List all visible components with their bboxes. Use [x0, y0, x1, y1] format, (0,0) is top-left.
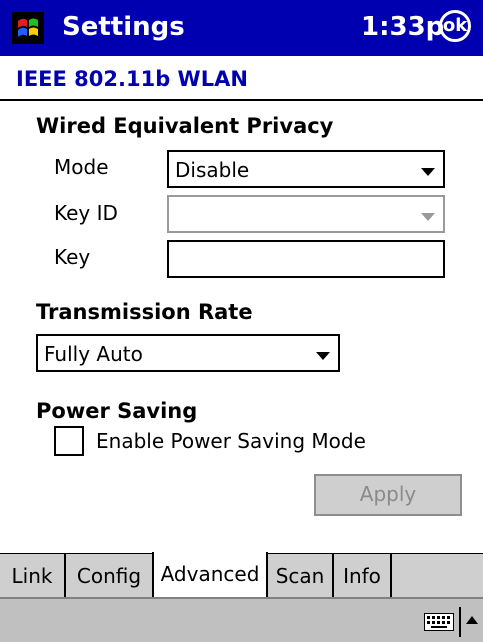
- heading-divider: [0, 99, 483, 101]
- chevron-down-icon: [421, 213, 435, 221]
- clock[interactable]: 1:33p: [361, 10, 444, 44]
- transmission-rate-value: Fully Auto: [44, 342, 143, 366]
- transmission-section-title: Transmission Rate: [36, 300, 253, 324]
- keyboard-icon[interactable]: [424, 613, 454, 631]
- chevron-down-icon: [421, 168, 435, 176]
- menu-divider: [459, 607, 461, 637]
- windows-flag-icon[interactable]: [12, 12, 44, 44]
- menu-bar: [0, 597, 483, 642]
- wep-section-title: Wired Equivalent Privacy: [36, 114, 334, 138]
- chevron-down-icon: [316, 352, 330, 360]
- key-label: Key: [54, 245, 91, 269]
- tab-info[interactable]: Info: [334, 554, 392, 597]
- power-saving-checkbox-label[interactable]: Enable Power Saving Mode: [96, 427, 366, 455]
- power-section-title: Power Saving: [36, 399, 198, 423]
- key-input[interactable]: [167, 240, 445, 278]
- page-heading: IEEE 802.11b WLAN: [16, 67, 248, 91]
- keyid-dropdown[interactable]: [167, 195, 445, 233]
- keyid-label: Key ID: [54, 201, 118, 225]
- transmission-rate-dropdown[interactable]: Fully Auto: [36, 334, 340, 372]
- apply-button[interactable]: Apply: [314, 474, 462, 516]
- mode-dropdown[interactable]: Disable: [167, 150, 445, 188]
- tab-advanced[interactable]: Advanced: [152, 552, 268, 599]
- mode-label: Mode: [54, 155, 109, 179]
- tab-scan[interactable]: Scan: [268, 554, 334, 597]
- tab-link[interactable]: Link: [0, 554, 66, 597]
- up-arrow-icon[interactable]: [466, 616, 478, 624]
- mode-dropdown-value: Disable: [175, 158, 250, 182]
- power-saving-checkbox[interactable]: [54, 426, 84, 456]
- ok-button[interactable]: ok: [439, 10, 471, 42]
- window-title: Settings: [62, 12, 185, 42]
- tab-config[interactable]: Config: [66, 554, 154, 597]
- tab-bar: Link Config Advanced Scan Info: [0, 552, 483, 599]
- title-bar: Settings 1:33p ok: [0, 0, 483, 56]
